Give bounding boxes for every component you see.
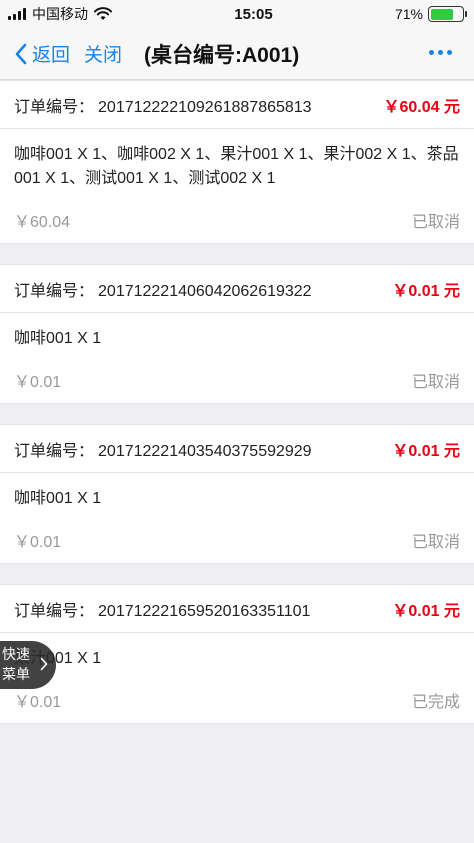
nav-bar: 返回 关闭 (桌台编号:A001) (0, 28, 474, 80)
order-card[interactable]: 订单编号： 201712221659520163351101 ￥0.01 元 果汁… (0, 584, 474, 724)
order-footer: ￥60.04 已取消 (0, 197, 474, 243)
order-number-value: 201712221659520163351101 (98, 602, 311, 620)
order-status: 已取消 (411, 534, 460, 551)
order-total: ￥0.01 元 (392, 442, 460, 460)
carrier-label: 中国移动 (32, 6, 88, 22)
order-card[interactable]: 订单编号： 201712221406042062619322 ￥0.01 元 咖啡… (0, 264, 474, 404)
order-card[interactable]: 订单编号： 201712221403540375592929 ￥0.01 元 咖啡… (0, 424, 474, 564)
order-header: 订单编号： 201712221403540375592929 ￥0.01 元 (0, 425, 474, 473)
order-status: 已取消 (411, 214, 460, 231)
order-number-value: 201712222109261887865813 (98, 98, 312, 116)
order-footer: ￥0.01 已取消 (0, 357, 474, 403)
order-header: 订单编号： 201712221659520163351101 ￥0.01 元 (0, 585, 474, 633)
order-number: 订单编号： 201712221659520163351101 (14, 597, 310, 621)
order-header: 订单编号： 201712221406042062619322 ￥0.01 元 (0, 265, 474, 313)
status-bar: 中国移动 15:05 71% (0, 0, 474, 28)
order-number-label: 订单编号： (14, 602, 95, 620)
order-items: 咖啡001 X 1 (14, 330, 102, 347)
order-number-value: 201712221406042062619322 (98, 282, 312, 300)
order-number: 订单编号： 201712222109261887865813 (14, 93, 312, 117)
order-list: 订单编号： 201712222109261887865813 ￥60.04 元 咖… (0, 80, 474, 724)
back-label: 返回 (32, 45, 71, 66)
signal-icon (8, 8, 26, 20)
order-number: 订单编号： 201712221403540375592929 (14, 437, 312, 461)
status-right: 71% (394, 6, 467, 22)
order-amount: ￥60.04 (14, 214, 71, 231)
page-title: (桌台编号:A001) (144, 43, 300, 67)
status-left: 中国移动 (8, 4, 112, 24)
chevron-right-icon (40, 657, 48, 671)
order-amount: ￥0.01 (14, 534, 62, 551)
chevron-left-icon (15, 43, 27, 64)
order-number-label: 订单编号： (14, 98, 95, 116)
order-number-value: 201712221403540375592929 (98, 442, 312, 460)
order-total: ￥60.04 元 (383, 98, 461, 116)
order-number-label: 订单编号： (14, 282, 95, 300)
order-footer: ￥0.01 已取消 (0, 517, 474, 563)
order-items: 咖啡001 X 1、咖啡002 X 1、果汁001 X 1、果汁002 X 1、… (14, 146, 459, 187)
order-amount: ￥0.01 (14, 694, 62, 711)
battery-fill (430, 8, 453, 20)
order-status: 已完成 (411, 694, 460, 711)
order-amount: ￥0.01 (14, 374, 62, 391)
order-total: ￥0.01 元 (392, 282, 460, 300)
order-card[interactable]: 订单编号： 201712222109261887865813 ￥60.04 元 咖… (0, 80, 474, 244)
close-button[interactable]: 关闭 (84, 40, 122, 67)
battery-percent: 71% (394, 6, 423, 22)
battery-icon (428, 6, 467, 22)
more-icon[interactable] (429, 50, 452, 55)
order-total: ￥0.01 元 (392, 602, 460, 620)
wifi-icon (94, 7, 112, 20)
order-number: 订单编号： 201712221406042062619322 (14, 277, 312, 301)
order-status: 已取消 (411, 374, 460, 391)
status-time: 15:05 (234, 5, 273, 23)
order-footer: ￥0.01 已完成 (0, 677, 474, 723)
back-button[interactable]: 返回 (0, 40, 70, 67)
order-header: 订单编号： 201712222109261887865813 ￥60.04 元 (0, 81, 474, 129)
quick-menu-button[interactable]: 快速 菜单 (0, 641, 56, 689)
order-items: 咖啡001 X 1 (14, 490, 102, 507)
order-items: 果汁001 X 1 (14, 650, 102, 667)
order-number-label: 订单编号： (14, 442, 95, 460)
